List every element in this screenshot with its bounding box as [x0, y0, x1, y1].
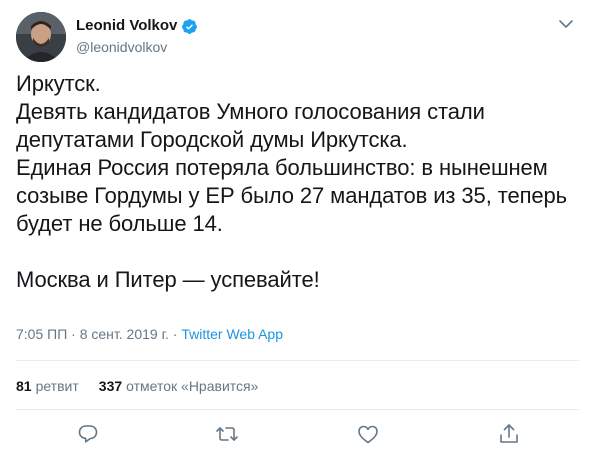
tweet-card: Leonid Volkov @leonidvolkov Иркутск. Дев…: [0, 0, 595, 457]
tweet-line: созыве Гордумы у ЕР было 27 мандатов из …: [16, 183, 568, 208]
retweet-icon[interactable]: [215, 422, 239, 446]
display-name[interactable]: Leonid Volkov: [76, 16, 177, 36]
tweet-line: Москва и Питер — успевайте!: [16, 267, 320, 292]
tweet-date[interactable]: 8 сент. 2019 г.: [80, 326, 169, 342]
tweet-line: Девять кандидатов Умного голосования ста…: [16, 99, 485, 124]
verified-badge-icon: [181, 18, 198, 35]
divider: [16, 409, 579, 410]
share-icon[interactable]: [497, 422, 521, 446]
avatar[interactable]: [16, 12, 66, 62]
divider: [16, 360, 579, 361]
tweet-text: Иркутск. Девять кандидатов Умного голосо…: [16, 70, 586, 294]
retweets-stat[interactable]: 81 ретвит: [16, 376, 79, 396]
meta-separator: ·: [172, 326, 178, 342]
tweet-line: будет не больше 14.: [16, 211, 223, 236]
likes-count: 337: [98, 378, 123, 394]
tweet-header: Leonid Volkov @leonidvolkov: [16, 12, 576, 62]
tweet-stats: 81 ретвит 337 отметок «Нравится»: [16, 376, 278, 396]
tweet-line: Единая Россия потеряла большинство: в ны…: [16, 155, 548, 180]
reply-icon[interactable]: [76, 422, 100, 446]
user-info: Leonid Volkov @leonidvolkov: [76, 16, 198, 57]
likes-label: отметок «Нравится»: [126, 378, 259, 394]
retweets-label: ретвит: [35, 378, 79, 394]
tweet-line: депутатами Городской думы Иркутска.: [16, 127, 408, 152]
retweets-count: 81: [16, 378, 32, 394]
tweet-line: Иркутск.: [16, 71, 101, 96]
tweet-source-link[interactable]: Twitter Web App: [181, 326, 283, 342]
chevron-down-icon[interactable]: [556, 14, 576, 34]
tweet-time[interactable]: 7:05 ПП: [16, 326, 67, 342]
tweet-actions: [0, 420, 595, 450]
likes-stat[interactable]: 337 отметок «Нравится»: [99, 376, 259, 396]
heart-icon[interactable]: [356, 422, 380, 446]
tweet-meta: 7:05 ПП · 8 сент. 2019 г. · Twitter Web …: [16, 324, 283, 344]
user-handle[interactable]: @leonidvolkov: [76, 37, 198, 57]
meta-separator: ·: [71, 326, 76, 342]
